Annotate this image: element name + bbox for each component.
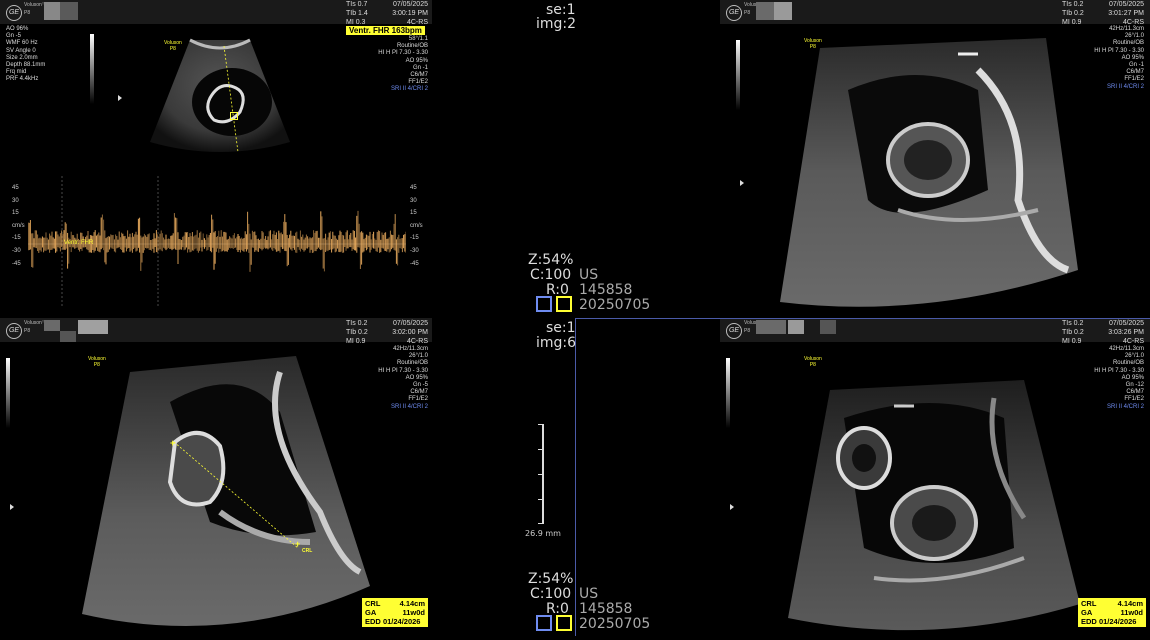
panel-bottom-right: GE Voluson™ P8 TIs 0.2TIb 0.2MI 0.9 07/0… — [720, 318, 1150, 640]
redacted-block-icon — [820, 320, 836, 334]
datetime-preset: 07/05/2025 3:01:27 PM 4C-RS — [1108, 1, 1144, 26]
bmode-image — [82, 356, 370, 627]
panel-header: GE Voluson™ P8 TIs 0.7 TIb 1.4 MI 0.3 07/0… — [0, 0, 432, 26]
datetime-preset: 07/05/2025 3:00:19 PM 4C-RS — [392, 1, 428, 26]
datetime-preset: 07/05/2025 3:03:26 PM 4C-RS — [1108, 320, 1144, 345]
image-number: img:6 — [536, 335, 577, 351]
ge-logo-icon: GE — [726, 5, 742, 21]
gray-scale-bar — [90, 34, 94, 104]
redacted-block-icon — [756, 2, 774, 20]
redacted-block-icon — [756, 320, 786, 334]
doppler-trace-label: Ventr. FHR — [64, 240, 94, 246]
crl-marker-label: CRL — [302, 548, 313, 554]
ruler-tick — [538, 523, 544, 524]
panel-top-left: GE Voluson™ P8 TIs 0.7 TIb 1.4 MI 0.3 07/0… — [0, 0, 432, 318]
ruler-tick — [538, 499, 544, 500]
scan-parameters: 42Hz/11.3cm 26°/1.0 Routine/OB HI H PI 7.3… — [1094, 26, 1144, 90]
caliper-end-icon: + — [295, 539, 301, 549]
contrast-readout: C:100 — [530, 267, 572, 283]
layout-square-blue-icon[interactable] — [536, 296, 552, 312]
probe-label: Voluson P8 — [804, 356, 822, 368]
scan-parameters: 58°/1.1 Routine/OB HI H PI 7.30 - 3.30 AO … — [378, 36, 428, 93]
modality-label: US — [579, 267, 599, 283]
ge-logo-icon: GE — [726, 323, 742, 339]
depth-marker — [118, 95, 122, 101]
caliper-start-icon: + — [170, 438, 176, 448]
layout-square-yellow-icon[interactable] — [556, 296, 572, 312]
datetime-preset: 07/05/2025 3:02:00 PM 4C-RS — [392, 320, 428, 345]
layout-square-blue-icon[interactable] — [536, 615, 552, 631]
probe-label: P8 — [24, 10, 31, 16]
doppler-parameters: AO 96% Gn -5 WMF 60 Hz SV Angle 0 Size 2.0m… — [6, 26, 46, 83]
patient-id: 145858 — [579, 282, 633, 298]
redacted-block-icon — [788, 320, 804, 334]
ruler-tick — [538, 474, 544, 475]
zoom-readout: Z:54% — [528, 571, 574, 587]
sample-gate-icon — [230, 112, 238, 120]
panel-header: GE Voluson™ P8 TIs 0.2TIb 0.2MI 0.9 07/0… — [720, 0, 1150, 26]
ruler-tick — [538, 424, 544, 425]
panel-bottom-left: GE Voluson™ P8 TIs 0.2 TIb 0.2 MI 0.9 07/0… — [0, 318, 432, 640]
redacted-block-icon — [60, 2, 78, 20]
gray-scale-bar — [6, 358, 10, 428]
series-label: se:1 — [546, 320, 576, 336]
modality-label: US — [579, 586, 599, 602]
zoom-readout: Z:54% — [528, 252, 574, 268]
study-date: 20250705 — [579, 616, 651, 632]
doppler-scale-left: 45 30 15 cm/s -15 -30 -45 — [12, 185, 25, 267]
image-number: img:2 — [536, 16, 577, 32]
redacted-block-icon — [60, 331, 76, 342]
panel-top-right: GE Voluson™ P8 TIs 0.2TIb 0.2MI 0.9 07/0… — [720, 0, 1150, 318]
study-date: 20250705 — [579, 297, 651, 313]
ge-logo-icon: GE — [6, 5, 22, 21]
gray-scale-bar — [726, 358, 730, 428]
bmode-image — [780, 38, 1078, 307]
doppler-scale-right: 45 30 15 cm/s -15 -30 -45 — [410, 185, 423, 267]
thermal-index: TIs 0.2 TIb 0.2 MI 0.9 — [1062, 320, 1084, 345]
active-viewport-border — [575, 318, 576, 636]
panel-header: GE Voluson™ P8 TIs 0.2TIb 0.2MI 0.9 07/0… — [0, 318, 432, 345]
bmode-image — [788, 380, 1080, 631]
fhr-badge: Ventr. FHR 163bpm — [346, 26, 425, 35]
gray-scale-bar — [736, 40, 740, 110]
layout-square-yellow-icon[interactable] — [556, 615, 572, 631]
bmode-image — [150, 38, 290, 153]
patient-id: 145858 — [579, 601, 633, 617]
ge-logo-icon: GE — [6, 323, 22, 339]
thermal-index: TIs 0.2 TIb 0.2 MI 0.9 — [1062, 1, 1084, 26]
active-viewport-border — [575, 318, 1150, 319]
measurement-box: CRL 4.14cm GA 11w0d EDD 01/24/2026 — [362, 598, 428, 627]
redacted-block-icon — [44, 320, 60, 331]
probe-label: P8 — [744, 10, 751, 16]
thermal-index: TIs 0.2 TIb 0.2 MI 0.9 — [346, 320, 368, 345]
measurement-box: CRL 4.14cm GA 11w0d EDD 01/24/2026 — [1078, 598, 1146, 627]
ruler-tick — [538, 449, 544, 450]
probe-label: P8 — [24, 328, 31, 334]
depth-marker — [10, 504, 14, 510]
panel-header: GE Voluson™ P8 TIs 0.2TIb 0.2MI 0.9 07/0… — [720, 318, 1150, 345]
thermal-index: TIs 0.7 TIb 1.4 MI 0.3 — [346, 1, 368, 26]
depth-readout: 26.9 mm — [525, 529, 561, 538]
scan-parameters: 42Hz/11.3cm 26°/1.0 Routine/OB HI H PI 7.3… — [1094, 346, 1144, 410]
depth-marker — [740, 180, 744, 186]
probe-label: P8 — [744, 328, 751, 334]
depth-marker — [730, 504, 734, 510]
scan-parameters: 42Hz/11.3cm 26°/1.0 Routine/OB HI H PI 7.3… — [378, 346, 428, 410]
redacted-block-icon — [78, 320, 108, 334]
redacted-block-icon — [774, 2, 792, 20]
contrast-readout: C:100 — [530, 586, 572, 602]
